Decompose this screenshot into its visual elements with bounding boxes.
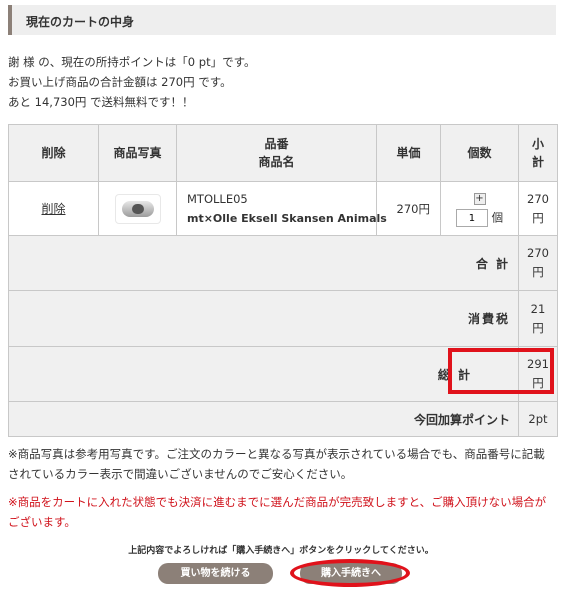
notes: ※商品写真は参考用写真です。ご注文のカラーと異なる写真が表示されている場合でも、… xyxy=(8,444,556,532)
total-unit: 円 xyxy=(532,265,544,279)
header-unit-price: 単価 xyxy=(376,124,441,182)
header-subtotal-2: 計 xyxy=(531,155,544,169)
checkout-highlight xyxy=(290,559,410,587)
continue-shopping-button[interactable]: 買い物を続ける xyxy=(158,563,273,584)
cart-item-row: 削除 MTOLLE05 mt×Olle Eksell Skansen Anima… xyxy=(8,181,558,236)
total-label: 合 計 xyxy=(8,235,519,291)
points-row: 今回加算ポイント 2pt xyxy=(8,401,558,437)
points-label: 今回加算ポイント xyxy=(8,401,519,437)
photo-note: ※商品写真は参考用写真です。ご注文のカラーと異なる写真が表示されている場合でも、… xyxy=(8,447,545,481)
quantity-cell: + 個 xyxy=(440,181,519,236)
cart-header-row: 削除 商品写真 品番 商品名 単価 個数 小 計 xyxy=(8,124,558,182)
header-name: 商品名 xyxy=(258,155,295,169)
header-quantity: 個数 xyxy=(440,124,519,182)
quantity-plus-icon[interactable]: + xyxy=(473,193,486,205)
product-cell: MTOLLE05 mt×Olle Eksell Skansen Animals xyxy=(176,181,387,236)
delete-cell: 削除 xyxy=(8,181,99,236)
header-photo: 商品写真 xyxy=(98,124,177,182)
soldout-warning: ※商品をカートに入れた状態でも決済に進むまでに選んだ商品が完売致しますと、ご購入… xyxy=(8,495,547,529)
item-subtotal-number: 270 xyxy=(527,191,549,206)
free-shipping-message: あと 14,730円 で送料無料です！！ xyxy=(8,95,194,109)
points-value: 2pt xyxy=(518,401,558,437)
tax-unit: 円 xyxy=(532,320,544,335)
total-row: 合 計 270 円 xyxy=(8,235,558,291)
unit-price: 270円 xyxy=(376,181,441,236)
header-product: 品番 商品名 xyxy=(176,124,377,182)
points-message: 謝 様 の、現在の所持ポイントは「0 pt」です。 xyxy=(8,55,256,69)
delete-link[interactable]: 削除 xyxy=(41,202,65,216)
product-code: MTOLLE05 xyxy=(187,191,248,206)
quantity-unit: 個 xyxy=(491,210,504,225)
product-thumbnail[interactable] xyxy=(114,193,161,224)
product-name: mt×Olle Eksell Skansen Animals xyxy=(187,211,387,225)
tax-row: 消費税 21 円 xyxy=(8,290,558,347)
tape-roll-icon xyxy=(121,200,154,217)
checkout-instruction: 上記内容でよろしければ「購入手続きへ」ボタンをクリックしてください。 xyxy=(128,546,434,556)
header-subtotal-1: 小 xyxy=(531,137,544,151)
grand-total-label: 総 計 xyxy=(8,346,519,402)
grand-total-highlight xyxy=(448,348,554,394)
header-delete: 削除 xyxy=(8,124,99,182)
quantity-input[interactable] xyxy=(455,209,488,227)
tax-label: 消費税 xyxy=(8,290,519,347)
cart-heading: 現在のカートの中身 xyxy=(26,15,135,29)
total-message: お買い上げ商品の合計金額は 270円 です。 xyxy=(8,75,232,89)
header-code: 品番 xyxy=(264,137,289,151)
tax-amount: 21 円 xyxy=(518,290,558,347)
tax-number: 21 xyxy=(530,301,546,316)
total-amount: 270 円 xyxy=(518,235,558,291)
item-subtotal-unit: 円 xyxy=(532,210,544,225)
cart-heading-bar: 現在のカートの中身 xyxy=(8,5,556,35)
total-number: 270 xyxy=(527,246,549,260)
cart-intro: 謝 様 の、現在の所持ポイントは「0 pt」です。 お買い上げ商品の合計金額は … xyxy=(8,52,255,112)
item-subtotal: 270 円 xyxy=(518,181,558,236)
photo-cell xyxy=(98,181,177,236)
header-subtotal: 小 計 xyxy=(518,124,558,182)
